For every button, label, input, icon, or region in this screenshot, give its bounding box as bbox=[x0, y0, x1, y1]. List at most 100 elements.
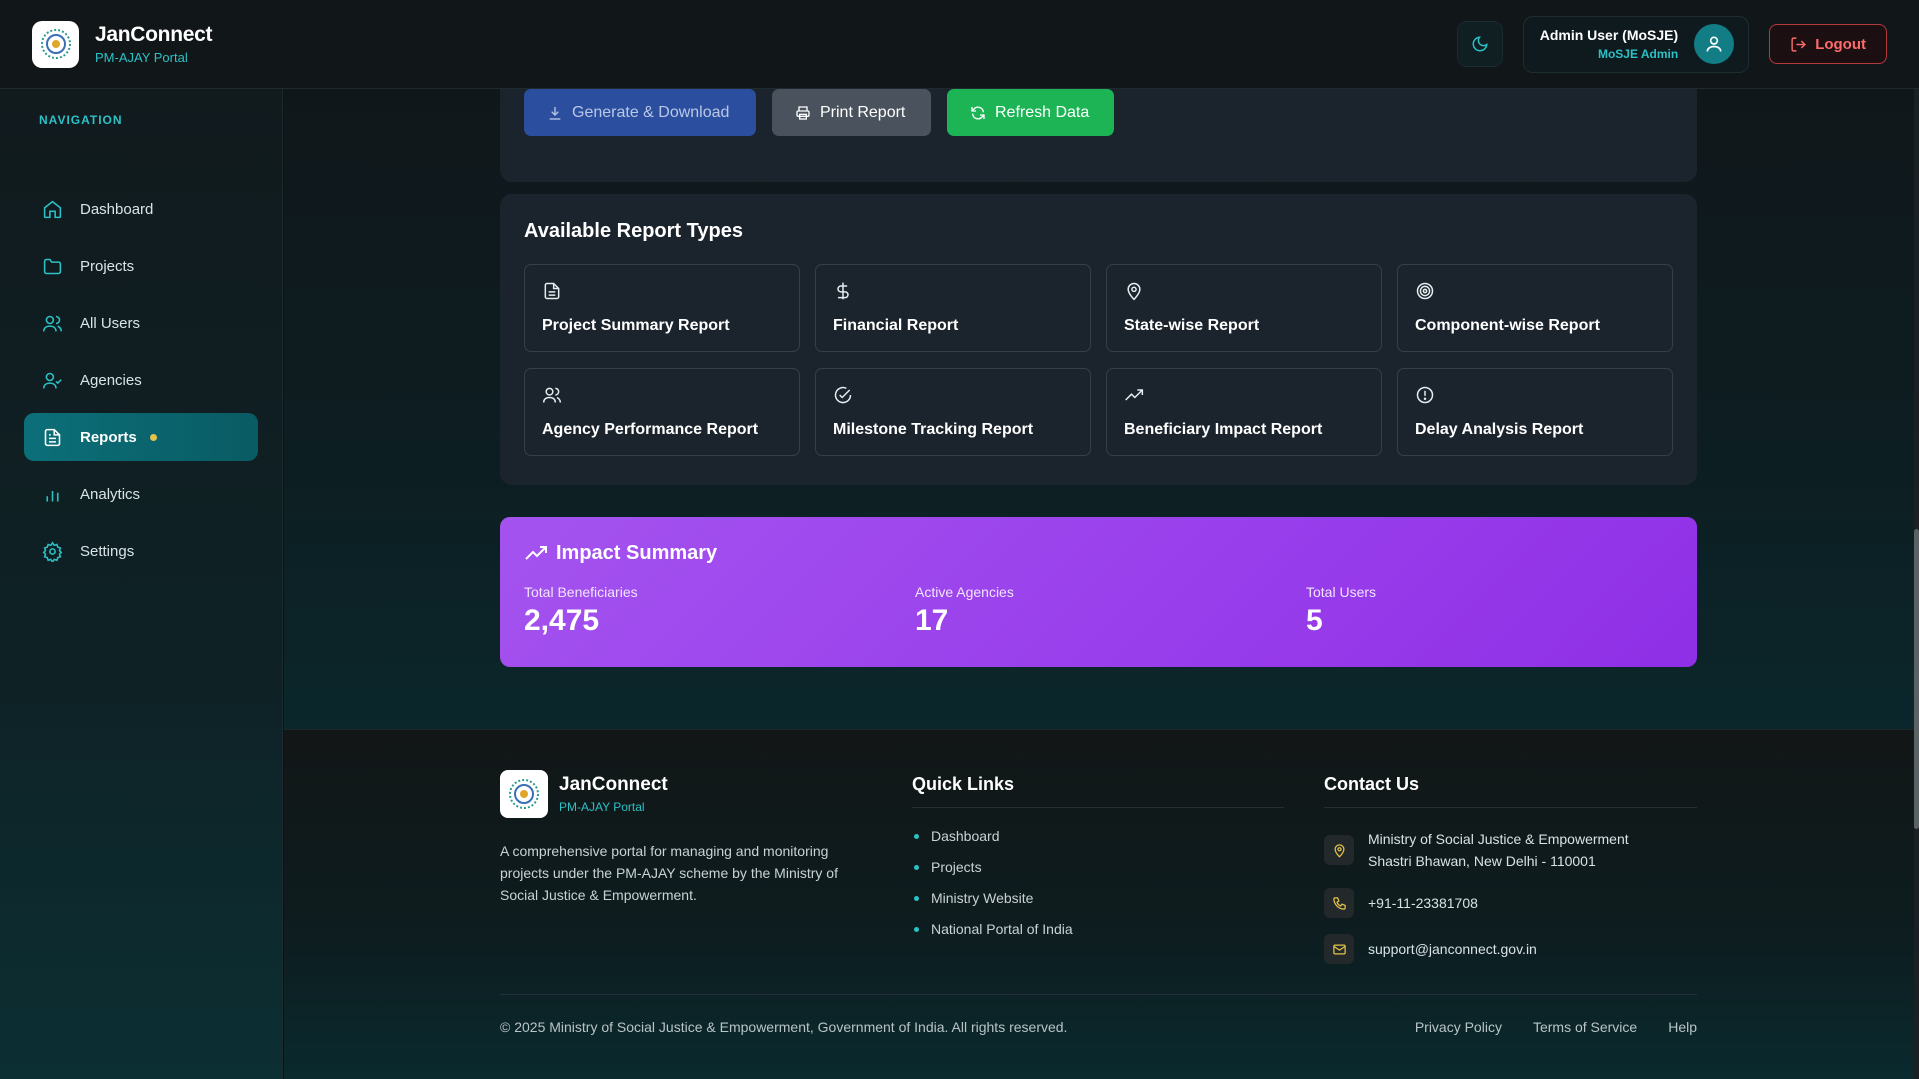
link-label: Ministry Website bbox=[931, 890, 1034, 906]
impact-summary-card: Impact Summary Total Beneficiaries 2,475… bbox=[500, 517, 1697, 667]
footer-link-national-portal[interactable]: National Portal of India bbox=[912, 921, 1324, 937]
footer-quick-links: Quick Links Dashboard Projects Ministry … bbox=[912, 770, 1324, 964]
sidebar-item-label: Analytics bbox=[80, 485, 141, 503]
sidebar-item-projects[interactable]: Projects bbox=[24, 242, 258, 290]
sidebar-item-label: Dashboard bbox=[80, 200, 154, 218]
stat-label: Total Users bbox=[1306, 584, 1377, 600]
theme-toggle-button[interactable] bbox=[1456, 21, 1503, 67]
refresh-icon bbox=[971, 106, 985, 119]
sidebar-item-reports[interactable]: Reports bbox=[24, 413, 258, 461]
bullet bbox=[914, 864, 919, 870]
stat-label: Active Agencies bbox=[915, 584, 1014, 600]
refresh-data-label: Refresh Data bbox=[995, 103, 1090, 121]
stat-value: 2,475 bbox=[524, 604, 600, 637]
report-type-label: Financial Report bbox=[833, 317, 959, 334]
footer-link-ministry-website[interactable]: Ministry Website bbox=[912, 890, 1324, 906]
brand-subtitle: PM-AJAY Portal bbox=[95, 50, 188, 65]
sidebar-item-agencies[interactable]: Agencies bbox=[24, 356, 258, 404]
sidebar-item-label: All Users bbox=[80, 314, 141, 332]
bar-chart-icon bbox=[46, 490, 59, 501]
report-type-label: State-wise Report bbox=[1124, 317, 1260, 334]
sidebar-item-all-users[interactable]: All Users bbox=[24, 299, 258, 347]
contact-email[interactable]: support@janconnect.gov.in bbox=[1324, 934, 1697, 964]
refresh-data-button[interactable]: Refresh Data bbox=[947, 89, 1114, 136]
report-type-project-summary[interactable]: Project Summary Report bbox=[524, 264, 800, 352]
trending-up-icon bbox=[525, 546, 547, 560]
footer-about: JanConnect PM-AJAY Portal A comprehensiv… bbox=[500, 770, 912, 964]
bullet bbox=[914, 895, 919, 901]
report-type-component-wise[interactable]: Component-wise Report bbox=[1397, 264, 1673, 352]
impact-title: Impact Summary bbox=[556, 541, 718, 564]
report-type-label: Beneficiary Impact Report bbox=[1124, 421, 1323, 438]
copyright: © 2025 Ministry of Social Justice & Empo… bbox=[500, 1019, 1068, 1035]
nav-list: Dashboard Projects All Users Agencies Re… bbox=[24, 185, 258, 575]
section-title: Available Report Types bbox=[524, 220, 743, 242]
footer-link-projects[interactable]: Projects bbox=[912, 859, 1324, 875]
top-header: JanConnect PM-AJAY Portal Admin User (Mo… bbox=[0, 0, 1919, 89]
moon-icon bbox=[1472, 36, 1488, 52]
main-content: Generate & Download Print Report Refresh… bbox=[284, 69, 1919, 729]
terms-of-service-link[interactable]: Terms of Service bbox=[1533, 1019, 1637, 1035]
sidebar-item-settings[interactable]: Settings bbox=[24, 527, 258, 575]
mail-icon bbox=[1332, 944, 1346, 954]
report-type-state-wise[interactable]: State-wise Report bbox=[1106, 264, 1382, 352]
contact-phone[interactable]: +91-11-23381708 bbox=[1324, 888, 1697, 918]
contact-heading: Contact Us bbox=[1324, 774, 1697, 808]
avatar bbox=[1694, 24, 1735, 64]
report-type-agency-performance[interactable]: Agency Performance Report bbox=[524, 368, 800, 456]
sidebar-item-dashboard[interactable]: Dashboard bbox=[24, 185, 258, 233]
user-role: MoSJE Admin bbox=[1597, 47, 1679, 61]
generate-download-button[interactable]: Generate & Download bbox=[524, 89, 756, 136]
brand[interactable]: JanConnect PM-AJAY Portal bbox=[32, 20, 212, 68]
link-label: Dashboard bbox=[931, 828, 1000, 844]
user-profile-card[interactable]: Admin User (MoSJE) MoSJE Admin bbox=[1522, 15, 1750, 73]
report-type-label: Delay Analysis Report bbox=[1415, 421, 1584, 438]
download-icon bbox=[549, 106, 561, 120]
contact-address: Ministry of Social Justice & Empowerment… bbox=[1324, 828, 1697, 872]
email-address: support@janconnect.gov.in bbox=[1368, 941, 1537, 957]
report-type-beneficiary-impact[interactable]: Beneficiary Impact Report bbox=[1106, 368, 1382, 456]
quick-links-heading: Quick Links bbox=[912, 774, 1284, 808]
report-type-label: Project Summary Report bbox=[542, 317, 730, 334]
privacy-policy-link[interactable]: Privacy Policy bbox=[1415, 1019, 1502, 1035]
footer-link-dashboard[interactable]: Dashboard bbox=[912, 828, 1324, 844]
logout-label: Logout bbox=[1815, 35, 1866, 53]
footer-brand: JanConnect PM-AJAY Portal bbox=[500, 770, 912, 818]
page-scrollbar[interactable] bbox=[1914, 89, 1919, 1079]
print-report-button[interactable]: Print Report bbox=[772, 89, 931, 136]
document-icon bbox=[544, 282, 560, 300]
emblem-icon bbox=[40, 29, 71, 59]
active-indicator-dot bbox=[149, 433, 157, 441]
report-type-label: Agency Performance Report bbox=[542, 421, 759, 438]
emblem-icon bbox=[509, 779, 539, 809]
footer-contact: Contact Us Ministry of Social Justice & … bbox=[1324, 770, 1697, 964]
users-icon bbox=[542, 387, 562, 403]
stat-total-users: Total Users 5 bbox=[1306, 584, 1697, 638]
sidebar-item-label: Projects bbox=[80, 257, 135, 275]
bullet bbox=[914, 833, 919, 839]
brand-logo bbox=[32, 20, 79, 68]
address-line-2: Shastri Bhawan, New Delhi - 110001 bbox=[1368, 853, 1596, 869]
target-icon bbox=[1416, 282, 1434, 300]
report-type-delay-analysis[interactable]: Delay Analysis Report bbox=[1397, 368, 1673, 456]
logout-button[interactable]: Logout bbox=[1769, 24, 1887, 64]
address-line-1: Ministry of Social Justice & Empowerment bbox=[1368, 831, 1629, 847]
help-link[interactable]: Help bbox=[1668, 1019, 1697, 1035]
sidebar: NAVIGATION Dashboard Projects All Users … bbox=[0, 89, 283, 1079]
user-icon bbox=[1706, 36, 1722, 52]
users-icon bbox=[42, 315, 63, 331]
footer-description: A comprehensive portal for managing and … bbox=[500, 843, 838, 903]
scrollbar-thumb[interactable] bbox=[1914, 529, 1919, 829]
bullet bbox=[914, 926, 919, 932]
user-name: Admin User (MoSJE) bbox=[1539, 27, 1679, 43]
logout-icon bbox=[1791, 36, 1807, 52]
report-type-milestone-tracking[interactable]: Milestone Tracking Report bbox=[815, 368, 1091, 456]
phone-number: +91-11-23381708 bbox=[1368, 895, 1478, 911]
trending-up-icon bbox=[1125, 389, 1144, 401]
sidebar-item-analytics[interactable]: Analytics bbox=[24, 470, 258, 518]
footer-brand-subtitle: PM-AJAY Portal bbox=[559, 800, 645, 814]
footer-bottom: © 2025 Ministry of Social Justice & Empo… bbox=[500, 994, 1697, 1035]
stat-total-beneficiaries: Total Beneficiaries 2,475 bbox=[524, 584, 915, 638]
report-types-grid: Project Summary Report Financial Report … bbox=[524, 264, 1673, 456]
report-type-financial[interactable]: Financial Report bbox=[815, 264, 1091, 352]
